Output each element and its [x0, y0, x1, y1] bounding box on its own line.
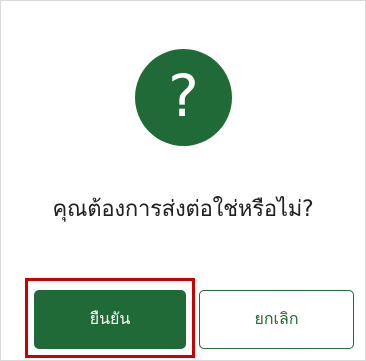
confirm-dialog: ? คุณต้องการส่งต่อใช่หรือไม่? ยืนยัน ยกเ…: [0, 0, 366, 361]
cancel-button[interactable]: ยกเลิก: [199, 290, 354, 349]
question-mark-glyph: ?: [168, 61, 199, 130]
dialog-message: คุณต้องการส่งต่อใช่หรือไม่?: [52, 197, 314, 222]
cancel-button-label: ยกเลิก: [254, 309, 299, 328]
confirm-button[interactable]: ยืนยัน: [34, 290, 186, 349]
confirm-button-label: ยืนยัน: [89, 309, 131, 328]
question-mark-icon: ?: [135, 49, 232, 146]
